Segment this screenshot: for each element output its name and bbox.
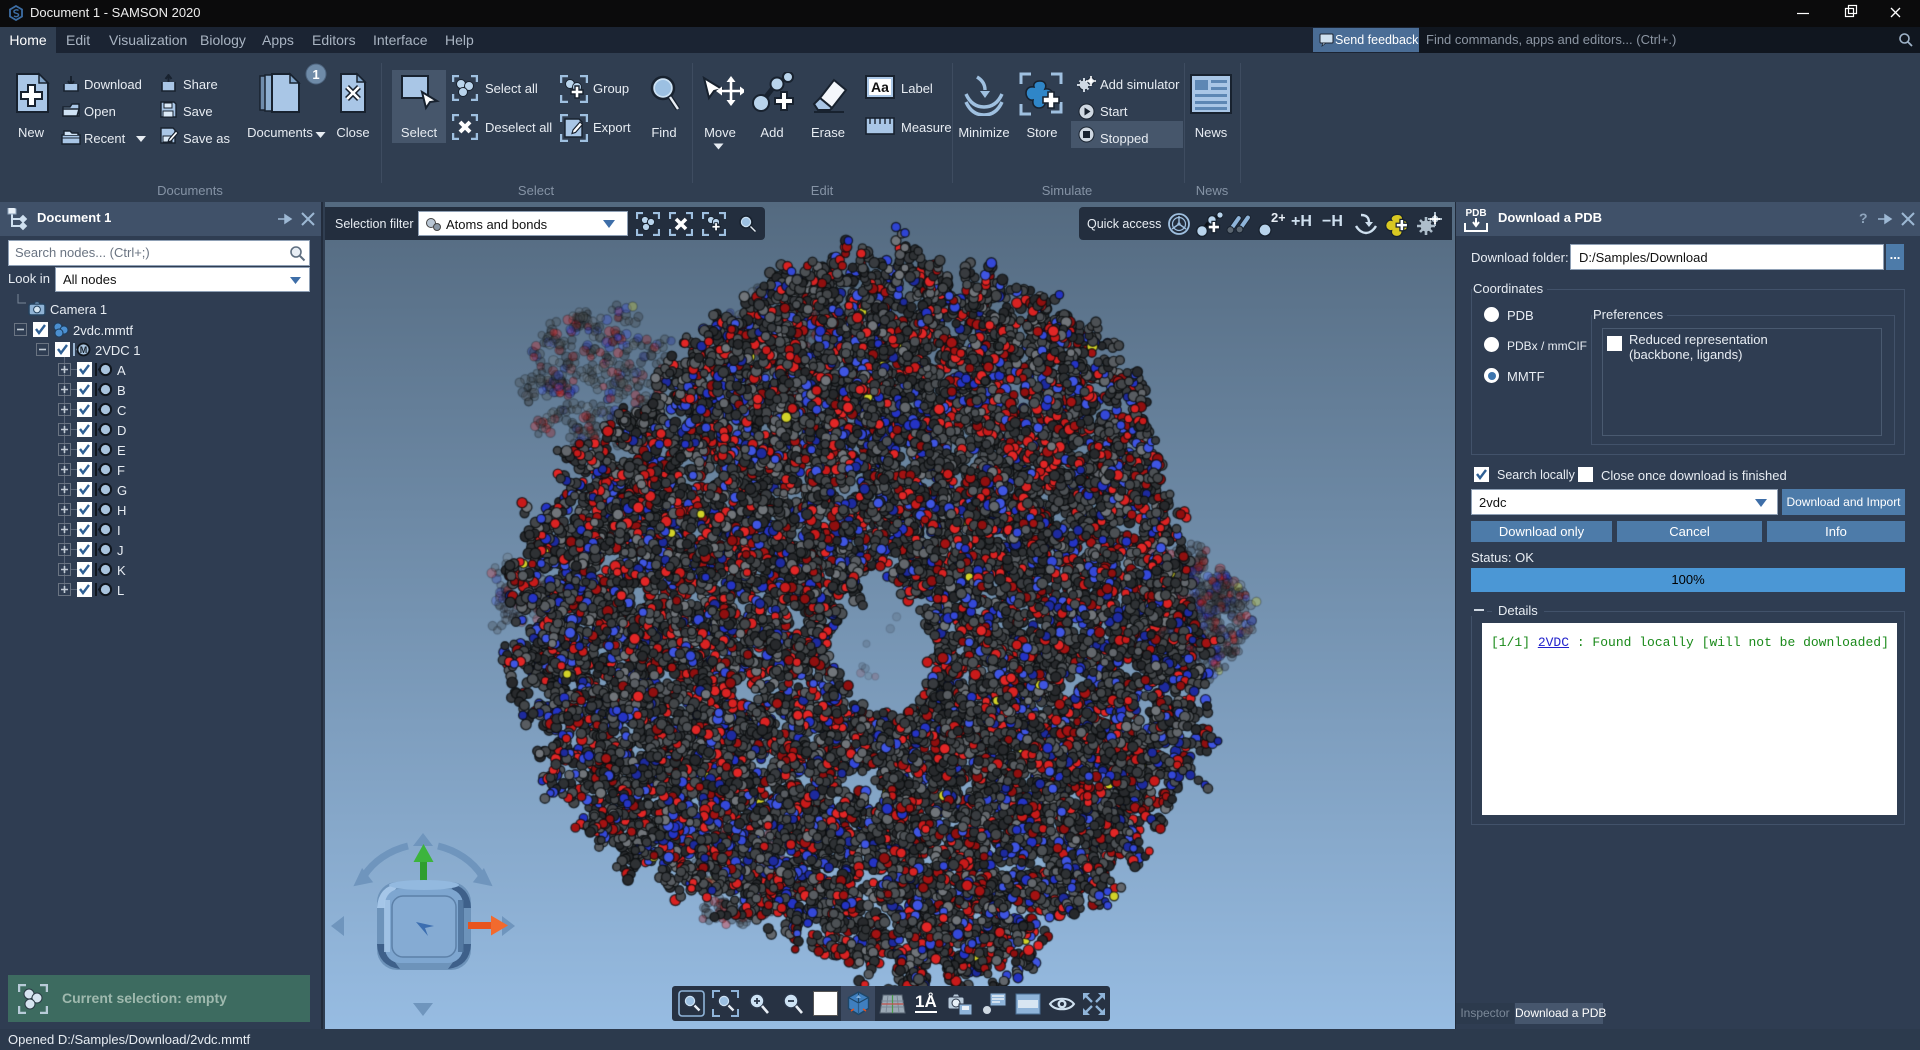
svg-text:2+: 2+ bbox=[1271, 211, 1285, 225]
svg-text:Aa: Aa bbox=[871, 79, 889, 95]
svg-text:M: M bbox=[80, 345, 88, 355]
svg-text:1: 1 bbox=[312, 67, 319, 82]
svg-text:PDB: PDB bbox=[1465, 208, 1486, 219]
